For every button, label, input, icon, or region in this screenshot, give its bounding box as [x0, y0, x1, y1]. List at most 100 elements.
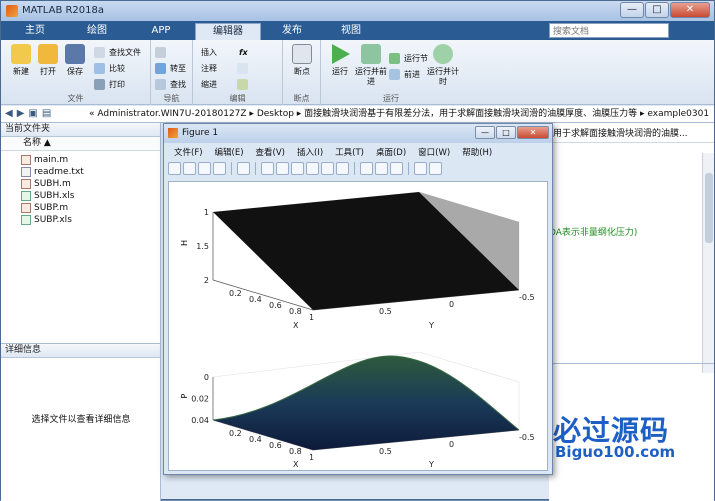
back-arrow-icon[interactable]: ◀ — [5, 106, 13, 122]
tab-apps[interactable]: APP — [133, 23, 189, 40]
insert-button[interactable]: 插入 — [199, 46, 217, 59]
browse-folder-icon[interactable]: ▤ — [42, 106, 51, 122]
pointer-icon[interactable] — [237, 162, 250, 175]
vertical-scrollbar[interactable] — [702, 153, 714, 373]
z-tick-label: 0.02 — [191, 395, 209, 404]
file-item[interactable]: SUBP.m — [1, 202, 160, 214]
y-tick-label: -0.5 — [519, 293, 535, 302]
close-button[interactable]: ✕ — [670, 2, 710, 18]
save-figure-icon[interactable] — [198, 162, 211, 175]
forward-arrow-icon[interactable]: ▶ — [17, 106, 25, 122]
tab-view[interactable]: 视图 — [323, 23, 379, 40]
comment-button[interactable]: 注释 — [199, 62, 217, 75]
find-files-button[interactable]: 查找文件 — [94, 46, 141, 59]
matlab-logo-icon — [6, 5, 18, 17]
menu-window[interactable]: 窗口(W) — [412, 146, 456, 160]
scrollbar-thumb[interactable] — [705, 173, 713, 243]
tab-editor[interactable]: 编辑器 — [195, 23, 261, 40]
y-tick-label: 0 — [449, 440, 454, 449]
figure-canvas[interactable]: 0.2 0.4 0.6 0.8 1 -0.5 0 0.5 1 1.5 2 X Y H 0.2 0.4 0.6 0… — [168, 181, 548, 471]
ribbon-group-edit: 插入 注释 缩进 fx 编辑 — [193, 40, 283, 105]
menu-tools[interactable]: 工具(T) — [329, 146, 370, 160]
smart-indent-button[interactable] — [237, 78, 252, 91]
surface-plot-h: 0.2 0.4 0.6 0.8 1 -0.5 0 0.5 1 1.5 2 X Y H — [180, 191, 535, 330]
legend-icon[interactable] — [390, 162, 403, 175]
menu-insert[interactable]: 插入(I) — [291, 146, 329, 160]
figure-close-button[interactable]: ✕ — [517, 126, 549, 139]
maximize-button[interactable]: □ — [645, 2, 669, 18]
search-docs-input[interactable] — [549, 23, 669, 38]
show-tools-icon[interactable] — [429, 162, 442, 175]
colorbar-icon[interactable] — [375, 162, 388, 175]
fx-button[interactable]: fx — [237, 46, 248, 59]
rotate-3d-icon[interactable] — [306, 162, 319, 175]
editor-path-text: 用于求解面接触滑块润滑的油膜... — [549, 123, 714, 143]
run-and-time-button[interactable]: 运行并计时 — [427, 44, 459, 87]
pan-icon[interactable] — [291, 162, 304, 175]
menu-help[interactable]: 帮助(H) — [456, 146, 498, 160]
print-button[interactable]: 打印 — [94, 78, 125, 91]
compare-icon — [94, 63, 105, 74]
figure-window[interactable]: Figure 1 — □ ✕ 文件(F) 编辑(E) 查看(V) 插入(I) 工… — [163, 123, 553, 475]
figure-minimize-button[interactable]: — — [475, 126, 495, 139]
tab-home[interactable]: 主页 — [9, 23, 61, 40]
zoom-out-icon[interactable] — [276, 162, 289, 175]
goto-button[interactable]: 转至 — [155, 62, 186, 75]
window-title: MATLAB R2018a — [22, 5, 105, 16]
x-tick-label: 0.8 — [289, 447, 302, 456]
current-path[interactable]: « Administrator.WIN7U-20180127Z ▸ Deskto… — [89, 106, 709, 122]
breakpoints-button[interactable]: 断点 — [285, 44, 319, 77]
address-bar[interactable]: ◀ ▶ ▣ ▤ « Administrator.WIN7U-20180127Z … — [1, 106, 714, 123]
advance-button[interactable]: 前进 — [389, 68, 420, 81]
print-figure-icon[interactable] — [213, 162, 226, 175]
watermark-url: Biguo100.com — [555, 443, 676, 461]
print-icon — [94, 79, 105, 90]
y-tick-label: 0.5 — [379, 447, 392, 456]
run-advance-button[interactable]: 运行并前进 — [355, 44, 387, 87]
figure-maximize-button[interactable]: □ — [496, 126, 516, 139]
zoom-in-icon[interactable] — [261, 162, 274, 175]
group-label-edit: 编辑 — [229, 94, 246, 103]
run-button[interactable]: 运行 — [323, 44, 357, 77]
menu-file[interactable]: 文件(F) — [168, 146, 209, 160]
menu-edit[interactable]: 编辑(E) — [209, 146, 250, 160]
file-item[interactable]: SUBP.xls — [1, 214, 160, 226]
file-item[interactable]: SUBH.m — [1, 178, 160, 190]
tab-publish[interactable]: 发布 — [265, 23, 319, 40]
toolbar-separator — [408, 162, 409, 175]
back-forward-buttons[interactable] — [155, 46, 170, 59]
find-button[interactable]: 查找 — [155, 78, 186, 91]
file-item[interactable]: readme.txt — [1, 166, 160, 178]
name-column-header[interactable]: 名称 ▲ — [1, 137, 160, 151]
figure-toolbar — [168, 162, 548, 178]
current-folder-panel: 当前文件夹 名称 ▲ main.m readme.txt SUBH.m SUBH… — [1, 123, 161, 343]
goto-icon — [155, 63, 166, 74]
menu-view[interactable]: 查看(V) — [250, 146, 291, 160]
indent-button[interactable]: 缩进 — [199, 78, 217, 91]
group-label-navigate: 导航 — [163, 94, 180, 103]
new-figure-icon[interactable] — [168, 162, 181, 175]
tab-plots[interactable]: 绘图 — [67, 23, 127, 40]
open-file-icon[interactable] — [183, 162, 196, 175]
z-tick-label: 0 — [204, 373, 209, 382]
minimize-button[interactable]: — — [620, 2, 644, 18]
run-play-icon — [332, 44, 350, 64]
x-tick-label: 0.6 — [269, 441, 282, 450]
plots-svg: 0.20.40.60.81-0.500.511.52X YH 0.20.40.60… — [180, 191, 535, 469]
menu-desktop[interactable]: 桌面(D) — [370, 146, 412, 160]
group-label-breakpoints: 断点 — [293, 94, 310, 103]
save-button[interactable]: 保存 — [58, 44, 92, 77]
data-cursor-icon[interactable] — [321, 162, 334, 175]
run-section-button[interactable]: 运行节 — [389, 52, 428, 65]
file-item[interactable]: SUBH.xls — [1, 190, 160, 202]
link-plot-icon[interactable] — [360, 162, 373, 175]
up-folder-icon[interactable]: ▣ — [28, 106, 37, 122]
brush-icon[interactable] — [336, 162, 349, 175]
hide-tools-icon[interactable] — [414, 162, 427, 175]
current-folder-title: 当前文件夹 — [1, 123, 160, 137]
percent-comment-button[interactable] — [237, 62, 252, 75]
x-tick-label: 0.8 — [289, 307, 302, 316]
file-item[interactable]: main.m — [1, 154, 160, 166]
x-axis-label: X — [293, 321, 299, 330]
compare-button[interactable]: 比较 — [94, 62, 125, 75]
